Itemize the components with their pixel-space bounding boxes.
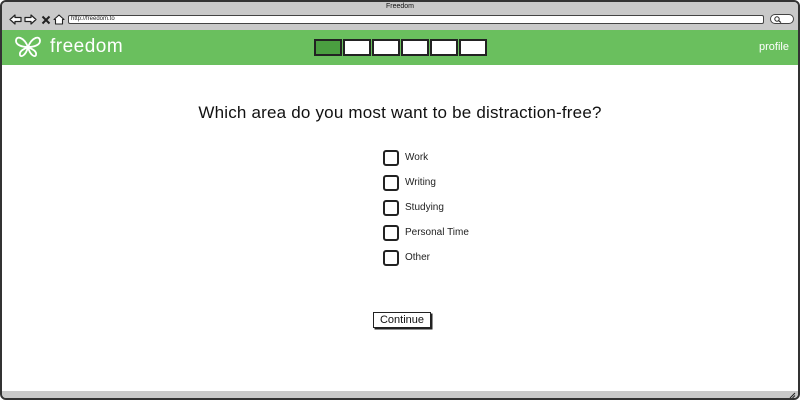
progress-step [459,39,487,56]
options-list: Work Writing Studying Personal Time Othe… [383,145,469,270]
search-icon [774,16,782,23]
option-label: Other [405,252,431,263]
app-logo[interactable]: freedom [14,35,123,59]
progress-step [401,39,429,56]
continue-button[interactable]: Continue [373,312,431,328]
option-writing[interactable]: Writing [383,170,469,195]
progress-step [430,39,458,56]
main-content: Which area do you most want to be distra… [2,65,798,391]
option-label: Writing [405,177,436,188]
question-heading: Which area do you most want to be distra… [198,103,602,122]
profile-link[interactable]: profile [759,41,789,53]
option-studying[interactable]: Studying [383,195,469,220]
option-other[interactable]: Other [383,245,469,270]
option-work[interactable]: Work [383,145,469,170]
progress-step [314,39,342,56]
forward-arrow-icon[interactable] [24,13,37,26]
option-personal-time[interactable]: Personal Time [383,220,469,245]
window-title: Freedom [2,2,798,12]
butterfly-icon [15,36,41,58]
checkbox[interactable] [383,249,399,266]
close-icon[interactable] [39,13,52,26]
status-bar [2,391,798,399]
app-header: freedom profile [2,30,798,65]
browser-window: Freedom http://freedom.to freedom profil… [0,0,800,400]
progress-step [372,39,400,56]
search-button[interactable] [770,14,794,24]
home-icon[interactable] [52,13,65,26]
checkbox[interactable] [383,224,399,241]
progress-steps [314,39,488,56]
back-arrow-icon[interactable] [9,13,22,26]
option-label: Work [405,152,429,163]
option-label: Studying [405,202,444,213]
url-input[interactable]: http://freedom.to [68,15,764,24]
resize-grip-icon[interactable] [788,391,796,399]
progress-step [343,39,371,56]
checkbox[interactable] [383,174,399,191]
app-name: freedom [50,36,124,57]
checkbox[interactable] [383,199,399,216]
browser-toolbar: http://freedom.to [2,12,798,30]
checkbox[interactable] [383,149,399,166]
option-label: Personal Time [405,227,469,238]
